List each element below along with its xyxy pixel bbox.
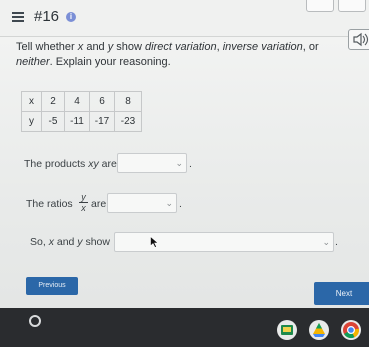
conclusion-period: . bbox=[335, 236, 338, 248]
table-cell: -17 bbox=[89, 111, 115, 132]
ratios-dropdown[interactable]: ⌄ bbox=[107, 193, 177, 213]
previous-button[interactable]: Previous bbox=[26, 277, 78, 295]
chrome-app-icon[interactable] bbox=[341, 320, 361, 340]
classroom-app-icon[interactable] bbox=[277, 320, 297, 340]
chrome-icon bbox=[343, 322, 360, 339]
hamburger-menu-icon[interactable] bbox=[12, 12, 24, 22]
ratio-fraction: y x bbox=[79, 192, 88, 213]
table-cell: 2 bbox=[41, 91, 65, 112]
chevron-down-icon: ⌄ bbox=[322, 237, 330, 247]
drive-app-icon[interactable] bbox=[309, 320, 329, 340]
table-row-y: y -5 -11 -17 -23 bbox=[21, 111, 142, 132]
products-label: The products xy are bbox=[24, 158, 117, 170]
info-icon[interactable]: i bbox=[66, 12, 76, 22]
table-cell: 8 bbox=[114, 91, 142, 112]
top-right-button-1[interactable] bbox=[306, 0, 334, 12]
row-label-y: y bbox=[21, 111, 42, 132]
launcher-icon[interactable] bbox=[29, 315, 41, 327]
ratios-are-label: are bbox=[91, 198, 107, 210]
chevron-down-icon: ⌄ bbox=[165, 198, 173, 208]
problem-number: #16 bbox=[34, 8, 60, 25]
text-to-speech-button[interactable] bbox=[348, 29, 369, 50]
conclusion-label: So, x and y show bbox=[30, 236, 110, 248]
table-cell: 4 bbox=[64, 91, 90, 112]
top-right-button-2[interactable] bbox=[338, 0, 366, 12]
next-button[interactable]: Next bbox=[314, 282, 369, 305]
classroom-icon bbox=[281, 325, 293, 335]
question-prompt: Tell whether x and y show direct variati… bbox=[16, 41, 319, 68]
row-label-x: x bbox=[21, 91, 42, 112]
drive-icon bbox=[313, 323, 325, 337]
top-bar: #16 i bbox=[0, 0, 369, 37]
ratios-period: . bbox=[179, 198, 182, 210]
products-dropdown[interactable]: ⌄ bbox=[117, 153, 187, 173]
app-screen: #16 i Tell whether x and y show direct v… bbox=[0, 0, 369, 347]
table-cell: -23 bbox=[114, 111, 142, 132]
speaker-icon bbox=[353, 32, 369, 47]
table-cell: -5 bbox=[41, 111, 65, 132]
table-cell: -11 bbox=[64, 111, 90, 132]
table-cell: 6 bbox=[89, 91, 115, 112]
conclusion-dropdown[interactable]: ⌄ bbox=[114, 232, 334, 252]
mouse-cursor-icon bbox=[150, 236, 159, 248]
ratios-label: The ratios bbox=[26, 198, 73, 210]
table-row-x: x 2 4 6 8 bbox=[21, 91, 142, 112]
products-period: . bbox=[189, 158, 192, 170]
chevron-down-icon: ⌄ bbox=[175, 158, 183, 168]
xy-table: x 2 4 6 8 y -5 -11 -17 -23 bbox=[21, 91, 142, 132]
